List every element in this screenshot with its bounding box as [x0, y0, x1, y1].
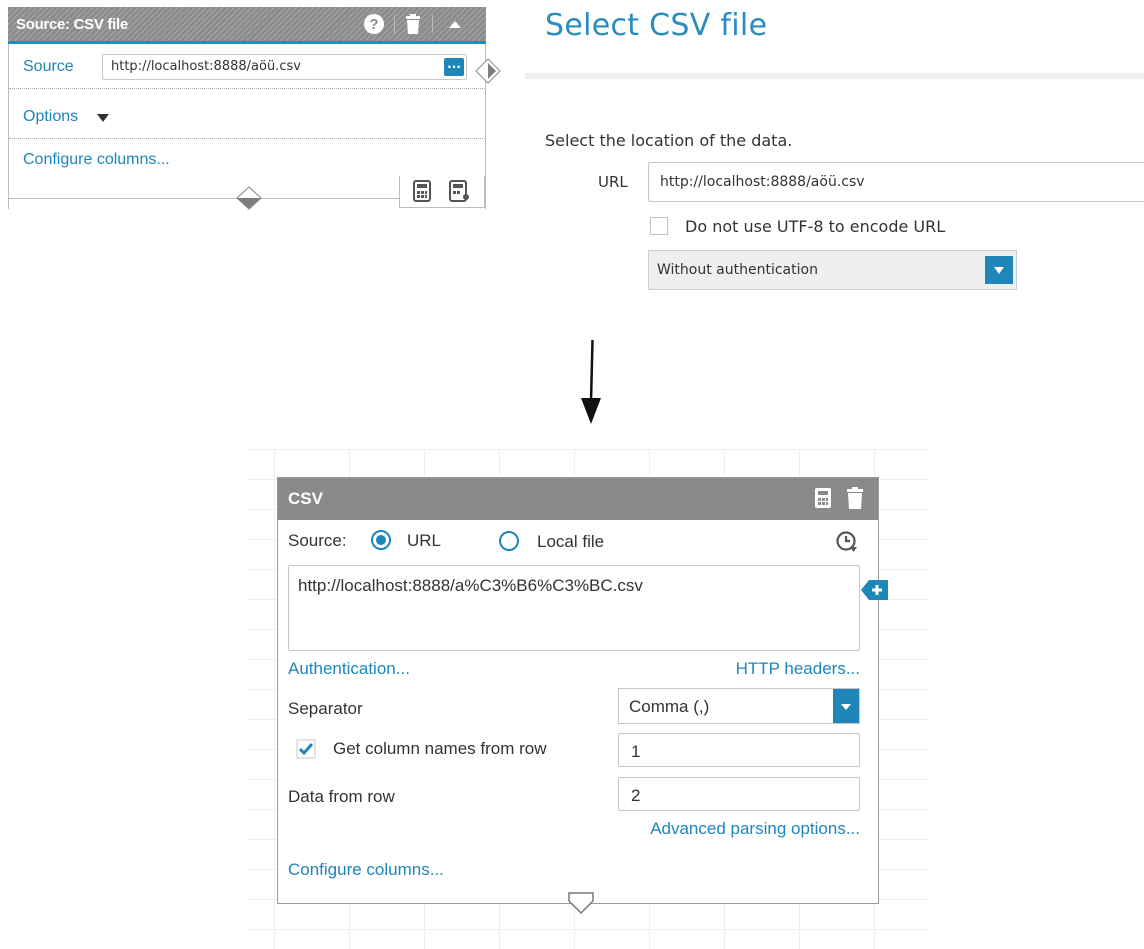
trash-icon[interactable] [402, 13, 424, 35]
url-textarea[interactable]: http://localhost:8888/a%C3%B6%C3%BC.csv [288, 565, 860, 651]
separator-select-value: Comma (,) [629, 697, 710, 716]
svg-text:?: ? [369, 16, 378, 33]
title-divider [525, 73, 1144, 79]
data-from-row-value: 2 [631, 786, 641, 805]
old-source-value: http://localhost:8888/aöü.csv [111, 59, 301, 74]
authentication-select[interactable]: Without authentication [648, 250, 1017, 290]
old-bottom-port-icon[interactable] [235, 185, 263, 211]
old-source-label: Source [23, 58, 74, 75]
header-divider [432, 15, 433, 33]
data-from-row-input[interactable]: 2 [618, 777, 860, 811]
browse-button[interactable]: ... [444, 58, 464, 76]
collapse-icon[interactable] [444, 13, 466, 35]
select-csv-title: Select CSV file [545, 8, 768, 43]
trash-icon[interactable] [844, 486, 866, 510]
calculator-icon[interactable] [813, 487, 833, 509]
options-label[interactable]: Options [23, 108, 78, 126]
url-label: URL [598, 173, 628, 191]
radio-url-label[interactable]: URL [407, 531, 441, 551]
header-divider [394, 15, 395, 33]
chevron-down-icon [994, 267, 1004, 274]
http-headers-link[interactable]: HTTP headers... [736, 659, 860, 679]
url-input-value: http://localhost:8888/aöü.csv [660, 174, 865, 190]
location-prompt: Select the location of the data. [545, 131, 793, 150]
column-names-checkbox[interactable] [296, 739, 316, 759]
old-options-row[interactable]: Options [9, 88, 485, 139]
old-configure-columns-link[interactable]: Configure columns... [23, 151, 170, 169]
old-source-input[interactable]: http://localhost:8888/aöü.csv ... [102, 54, 467, 80]
old-node-body: Source http://localhost:8888/aöü.csv ...… [8, 44, 501, 211]
column-names-row-input[interactable]: 1 [618, 733, 860, 767]
old-node-bottom-border [9, 198, 399, 199]
separator-dropdown-button[interactable] [833, 689, 859, 723]
calculator-icon[interactable] [411, 180, 433, 202]
separator-label: Separator [288, 699, 363, 718]
add-icon[interactable] [860, 577, 890, 603]
column-names-row-value: 1 [631, 742, 641, 761]
utf8-checkbox[interactable] [650, 217, 668, 235]
dropdown-button[interactable] [985, 256, 1013, 284]
radio-local-file-label[interactable]: Local file [537, 532, 604, 552]
radio-url[interactable] [370, 529, 392, 551]
authentication-select-value: Without authentication [657, 262, 818, 278]
output-port-icon[interactable] [475, 58, 501, 84]
utf8-checkbox-label[interactable]: Do not use UTF-8 to encode URL [685, 217, 945, 236]
column-names-label[interactable]: Get column names from row [333, 739, 547, 759]
radio-local-file[interactable] [498, 530, 520, 552]
url-input[interactable]: http://localhost:8888/aöü.csv [648, 162, 1144, 202]
url-textarea-value: http://localhost:8888/a%C3%B6%C3%BC.csv [298, 576, 643, 595]
csv-node-title: CSV [288, 489, 323, 508]
input-port-icon[interactable] [567, 891, 595, 915]
authentication-link[interactable]: Authentication... [288, 659, 410, 679]
old-node-header[interactable]: Source: CSV file ? [8, 7, 486, 44]
arrow-down-icon [581, 339, 601, 424]
configure-columns-link[interactable]: Configure columns... [288, 860, 444, 880]
history-icon[interactable] [835, 530, 859, 554]
old-source-row: Source http://localhost:8888/aöü.csv ... [9, 44, 485, 89]
chevron-down-icon [841, 704, 851, 710]
source-label: Source: [288, 531, 347, 550]
data-from-row-label: Data from row [288, 787, 395, 806]
csv-node-header[interactable]: CSV [278, 478, 878, 520]
separator-select[interactable]: Comma (,) [618, 688, 860, 724]
help-icon[interactable]: ? [363, 13, 385, 35]
old-node-title: Source: CSV file [16, 16, 128, 33]
calculator-settings-icon[interactable] [447, 180, 471, 202]
advanced-parsing-link[interactable]: Advanced parsing options... [650, 819, 860, 839]
csv-node: CSV Source: URL Local file http://localh… [277, 477, 888, 915]
chevron-down-icon[interactable] [96, 113, 110, 123]
old-csv-source-node: Source: CSV file ? Source http://localho… [8, 7, 501, 211]
